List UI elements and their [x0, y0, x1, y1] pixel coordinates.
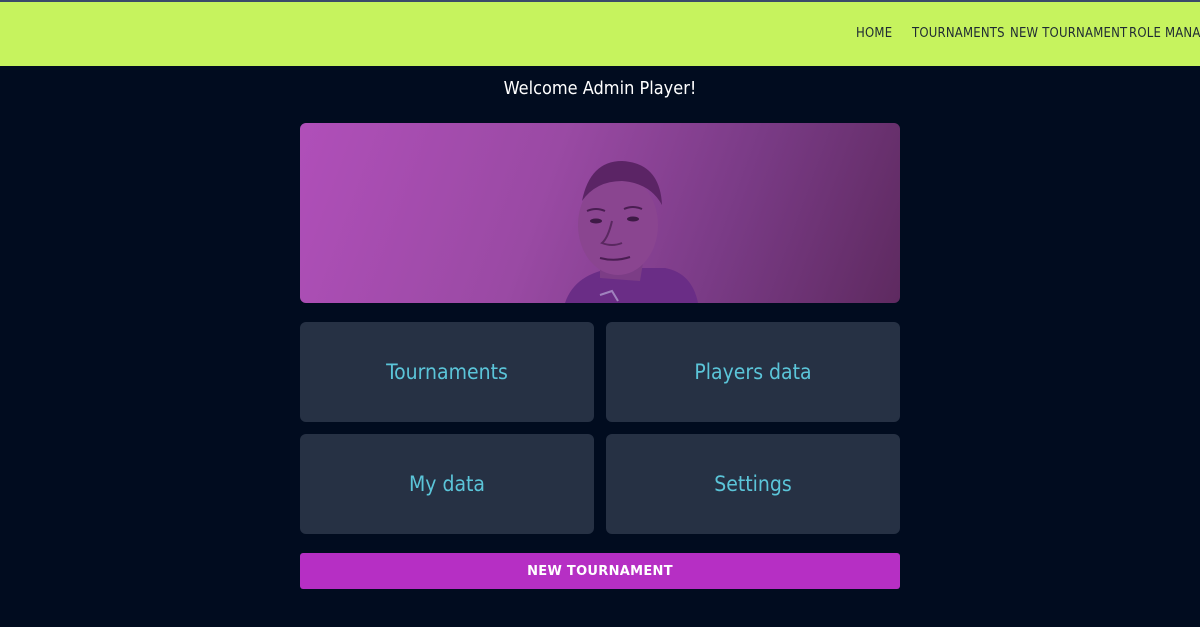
player-portrait-image	[565, 161, 698, 303]
tile-label: Players data	[694, 360, 812, 384]
nav-role-management-link[interactable]: ROLE MANAG	[1129, 26, 1200, 41]
settings-tile[interactable]: Settings	[606, 434, 900, 534]
hero-banner	[300, 123, 900, 303]
players-data-tile[interactable]: Players data	[606, 322, 900, 422]
nav-home-link[interactable]: HOME	[856, 26, 892, 41]
top-navbar: HOME TOURNAMENTS NEW TOURNAMENT ROLE MAN…	[0, 2, 1200, 66]
my-data-tile[interactable]: My data	[300, 434, 594, 534]
tile-label: My data	[408, 472, 486, 496]
nav-new-tournament-link[interactable]: NEW TOURNAMENT	[1010, 26, 1127, 41]
nav-tournaments-link[interactable]: TOURNAMENTS	[912, 26, 1005, 41]
welcome-message: Welcome Admin Player!	[503, 78, 697, 99]
new-tournament-button[interactable]: NEW TOURNAMENT	[300, 553, 900, 589]
tile-label: Tournaments	[386, 360, 508, 384]
tile-label: Settings	[714, 472, 792, 496]
tournaments-tile[interactable]: Tournaments	[300, 322, 594, 422]
